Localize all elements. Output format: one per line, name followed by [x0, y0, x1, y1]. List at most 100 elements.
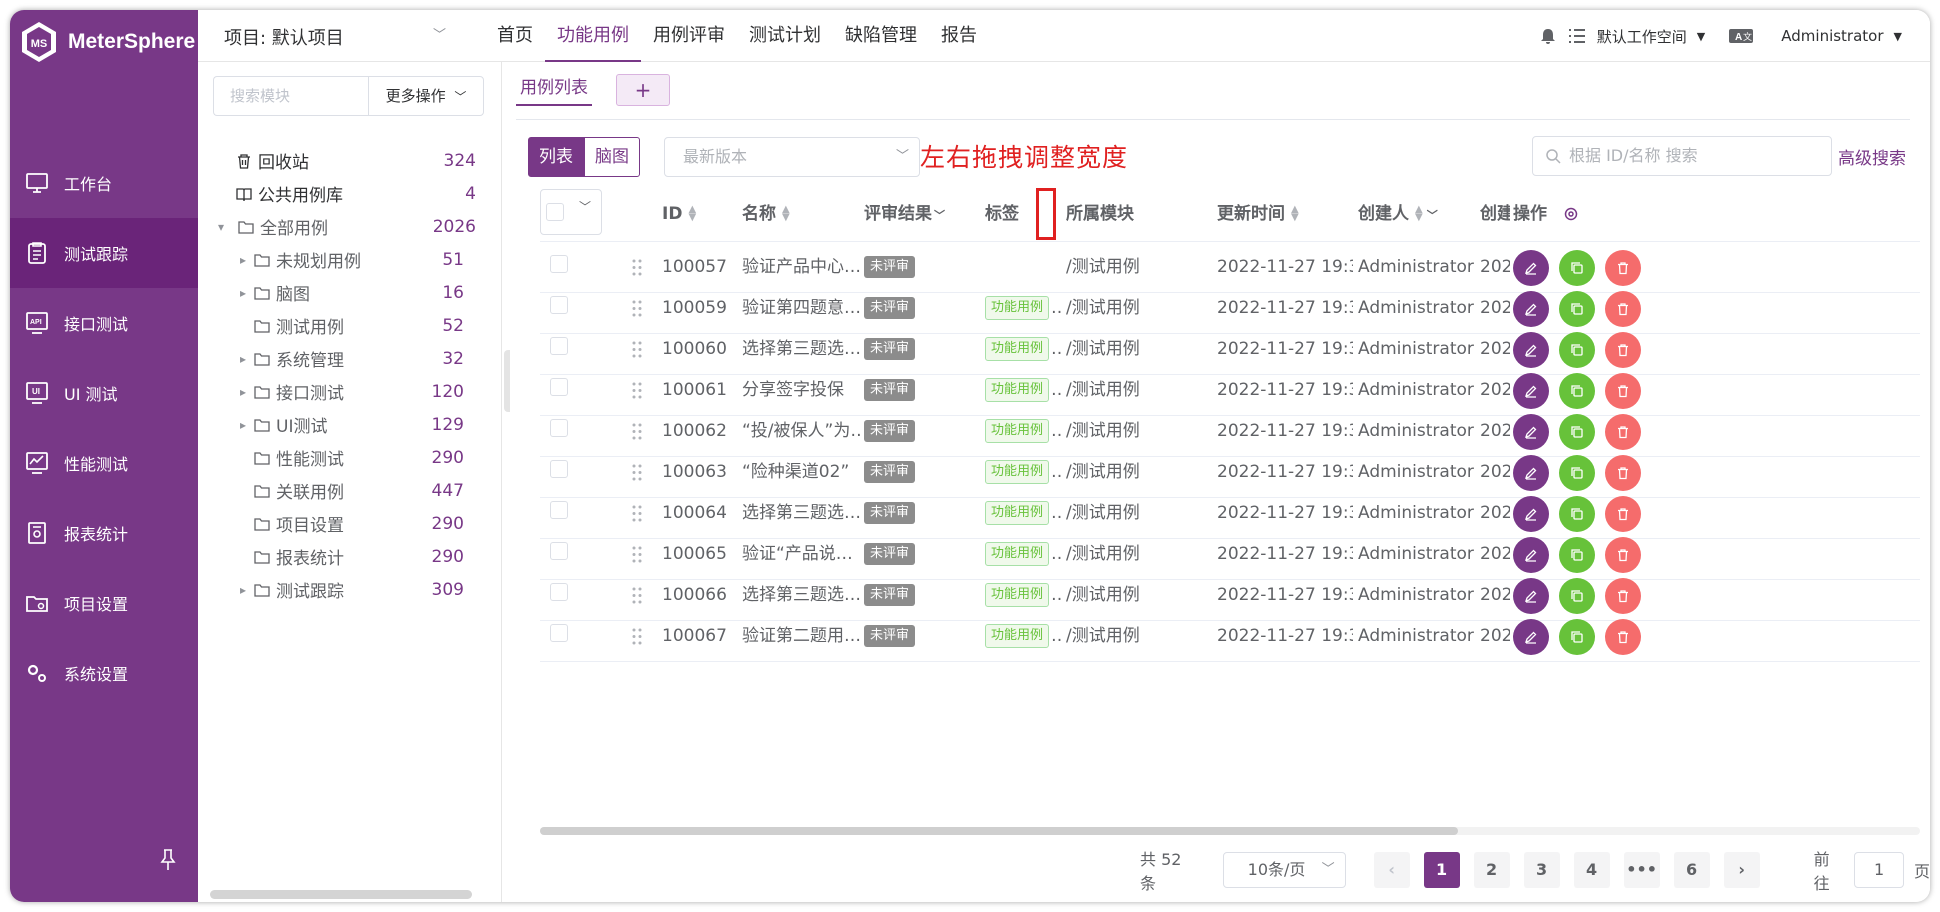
tree-node[interactable]: 测试用例 52 [198, 309, 498, 342]
pin-icon[interactable] [158, 848, 178, 872]
column-resize-marker[interactable] [1036, 188, 1056, 240]
row-checkbox[interactable] [550, 542, 568, 560]
top-nav-item[interactable]: 报告 [929, 10, 989, 62]
page-button[interactable]: 2 [1473, 852, 1510, 888]
top-nav-item[interactable]: 首页 [485, 10, 545, 62]
sidebar-item-1[interactable]: 测试跟踪 [10, 218, 198, 288]
col-header-created[interactable]: 创建 [1480, 187, 1510, 242]
delete-button[interactable] [1605, 618, 1641, 655]
edit-button[interactable] [1513, 495, 1549, 532]
edit-button[interactable] [1513, 331, 1549, 368]
page-button[interactable]: 4 [1573, 852, 1610, 888]
logo[interactable]: MS MeterSphere [20, 16, 195, 68]
col-header-updated[interactable]: 更新时间 ▲ ▼ [1217, 187, 1299, 242]
drag-handle-icon[interactable] [632, 300, 642, 317]
sidebar-item-6[interactable]: 项目设置 [10, 568, 198, 638]
page-button[interactable]: ••• [1623, 852, 1660, 888]
drag-handle-icon[interactable] [632, 628, 642, 645]
next-page-button[interactable]: › [1723, 852, 1760, 888]
table-hscroll-thumb[interactable] [540, 827, 1458, 835]
mindmap-view-button[interactable]: 脑图 [584, 137, 640, 177]
copy-button[interactable] [1559, 290, 1595, 327]
row-checkbox[interactable] [550, 419, 568, 437]
row-checkbox[interactable] [550, 583, 568, 601]
workspace-name[interactable]: 默认工作空间 [1597, 26, 1687, 47]
copy-button[interactable] [1559, 249, 1595, 286]
bell-icon[interactable] [1539, 27, 1557, 45]
delete-button[interactable] [1605, 372, 1641, 409]
row-checkbox[interactable] [550, 624, 568, 642]
tree-node[interactable]: 项目设置 290 [198, 507, 498, 540]
module-scrollbar[interactable] [210, 890, 472, 899]
caret-down-icon[interactable]: ▾ [218, 220, 224, 234]
delete-button[interactable] [1605, 536, 1641, 573]
col-header-review[interactable]: 评审结果 ﹀ [864, 187, 945, 243]
edit-button[interactable] [1513, 249, 1549, 286]
caret-right-icon[interactable]: ▸ [240, 418, 246, 432]
project-selector[interactable]: 项目: 默认项目 ﹀ [224, 24, 446, 50]
top-nav-item[interactable]: 测试计划 [737, 10, 833, 62]
tree-node[interactable]: 关联用例 447 [198, 474, 498, 507]
module-search-input[interactable]: 搜索模块 [213, 76, 369, 116]
goto-page-input[interactable]: 1 [1854, 852, 1904, 888]
cell-name[interactable]: 验证第二题用… [742, 611, 860, 662]
tree-node[interactable]: 报表统计 290 [198, 540, 498, 573]
select-all-dropdown[interactable]: ﹀ [540, 189, 602, 235]
table-row[interactable]: 100067 验证第二题用…未评审 功能用例…/测试用例 2022-11-27 19:… [540, 611, 1920, 662]
advanced-search-link[interactable]: 高级搜索 [1838, 144, 1906, 169]
top-nav-item[interactable]: 功能用例 [545, 10, 641, 62]
row-checkbox[interactable] [550, 460, 568, 478]
tree-node[interactable]: ▸ UI测试 129 [198, 408, 498, 441]
page-button[interactable]: 3 [1523, 852, 1560, 888]
sidebar-item-5[interactable]: 报表统计 [10, 498, 198, 568]
add-tab-button[interactable]: + [616, 74, 670, 106]
sidebar-item-3[interactable]: UI UI 测试 [10, 358, 198, 428]
drag-handle-icon[interactable] [632, 505, 642, 522]
top-nav-item[interactable]: 缺陷管理 [833, 10, 929, 62]
sidebar-item-0[interactable]: 工作台 [10, 148, 198, 218]
drag-handle-icon[interactable] [632, 587, 642, 604]
copy-button[interactable] [1559, 331, 1595, 368]
tree-node[interactable]: 公共用例库 4 [198, 177, 498, 210]
delete-button[interactable] [1605, 495, 1641, 532]
row-checkbox[interactable] [550, 255, 568, 273]
delete-button[interactable] [1605, 249, 1641, 286]
copy-button[interactable] [1559, 618, 1595, 655]
row-checkbox[interactable] [550, 296, 568, 314]
tree-node[interactable]: ▸ 接口测试 120 [198, 375, 498, 408]
case-search-input[interactable]: 根据 ID/名称 搜索 [1532, 136, 1832, 176]
sidebar-item-2[interactable]: API 接口测试 [10, 288, 198, 358]
drag-handle-icon[interactable] [632, 341, 642, 358]
edit-button[interactable] [1513, 290, 1549, 327]
drag-handle-icon[interactable] [632, 546, 642, 563]
copy-button[interactable] [1559, 495, 1595, 532]
delete-button[interactable] [1605, 290, 1641, 327]
tab-case-list[interactable]: 用例列表 [516, 73, 592, 106]
drag-handle-icon[interactable] [632, 464, 642, 481]
list-view-button[interactable]: 列表 [528, 137, 584, 177]
col-header-name[interactable]: 名称 ▲ ▼ [742, 187, 790, 242]
tree-node[interactable]: 性能测试 290 [198, 441, 498, 474]
drag-handle-icon[interactable] [632, 423, 642, 440]
sidebar-item-7[interactable]: 系统设置 [10, 638, 198, 708]
edit-button[interactable] [1513, 577, 1549, 614]
copy-button[interactable] [1559, 577, 1595, 614]
copy-button[interactable] [1559, 413, 1595, 450]
edit-button[interactable] [1513, 413, 1549, 450]
col-header-module[interactable]: 所属模块 [1066, 187, 1134, 242]
page-button[interactable]: 6 [1673, 852, 1710, 888]
tree-node[interactable]: ▸ 脑图 16 [198, 276, 498, 309]
copy-button[interactable] [1559, 372, 1595, 409]
caret-right-icon[interactable]: ▸ [240, 352, 246, 366]
row-checkbox[interactable] [550, 378, 568, 396]
delete-button[interactable] [1605, 454, 1641, 491]
row-checkbox[interactable] [550, 337, 568, 355]
col-header-id[interactable]: ID ▲ ▼ [662, 187, 696, 242]
col-header-creator[interactable]: 创建人 ▲ ▼ ﹀ [1358, 187, 1438, 243]
tree-node[interactable]: ▾ 全部用例 2026 [198, 210, 498, 243]
caret-right-icon[interactable]: ▸ [240, 385, 246, 399]
edit-button[interactable] [1513, 454, 1549, 491]
sidebar-item-4[interactable]: 性能测试 [10, 428, 198, 498]
caret-right-icon[interactable]: ▸ [240, 286, 246, 300]
top-nav-item[interactable]: 用例评审 [641, 10, 737, 62]
